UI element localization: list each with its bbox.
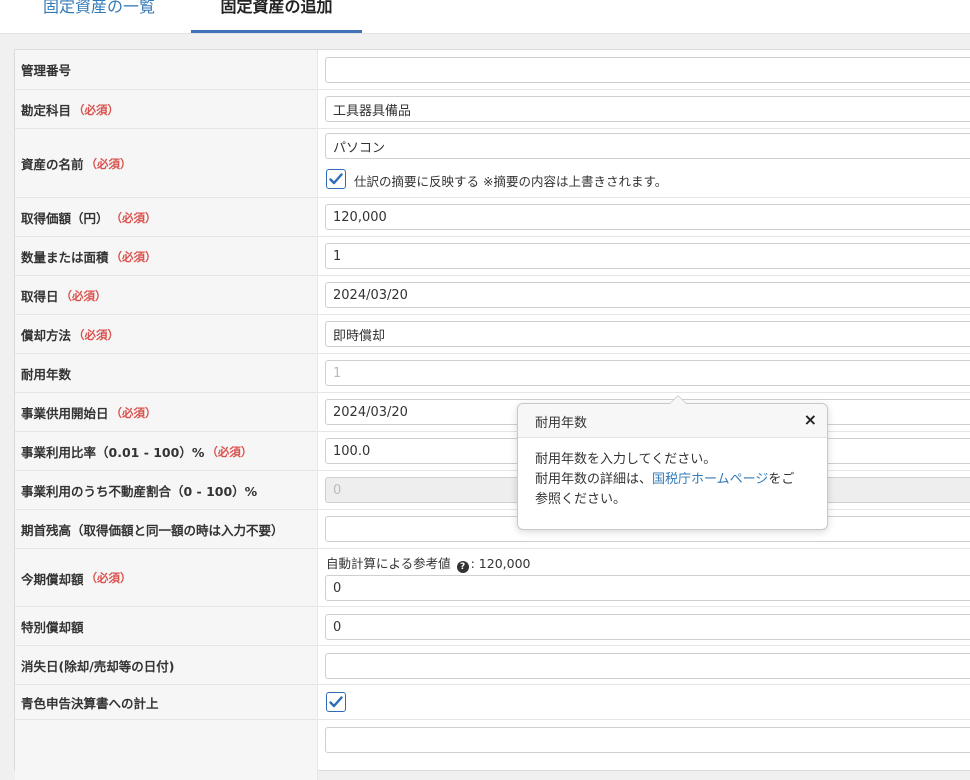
required-badge: （必須） xyxy=(60,288,107,303)
reference-value-hint: 自動計算による参考値 ?: 120,000 xyxy=(326,553,531,573)
label-current-depreciation: 今期償却額 xyxy=(21,571,84,587)
popover-line-3: 参照ください。 xyxy=(535,492,627,507)
acquisition-date-input[interactable] xyxy=(325,282,970,308)
required-badge: （必須） xyxy=(85,571,132,585)
required-badge: （必須） xyxy=(110,405,157,420)
label-business-ratio: 事業利用比率（0.01 - 100）% xyxy=(21,445,205,460)
label-depreciation-method: 償却方法 xyxy=(21,328,72,343)
reflect-summary-checkbox[interactable] xyxy=(326,169,346,189)
row-quantity: 数量または面積 （必須） xyxy=(15,236,970,276)
label-opening-balance: 期首残高（取得価額と同一額の時は入力不要） xyxy=(21,523,284,538)
label-service-start-date: 事業供用開始日 xyxy=(21,406,109,421)
popover-line-2-text: 耐用年数の詳細は、 xyxy=(535,472,653,487)
row-management-number: 管理番号 xyxy=(15,50,970,89)
row-depreciation-method: 償却方法 （必須） xyxy=(15,314,970,354)
row-current-depreciation: 今期償却額 （必須） 自動計算による参考値 ?: 120,000 xyxy=(15,548,970,607)
blue-return-checkbox[interactable] xyxy=(326,692,346,712)
label-acquisition-date: 取得日 xyxy=(21,289,59,304)
label-quantity: 数量または面積 xyxy=(21,250,109,265)
row-special-depreciation: 特別償却額 xyxy=(15,606,970,646)
account-select[interactable] xyxy=(325,96,970,122)
popover-title: 耐用年数 xyxy=(535,416,588,431)
label-real-estate-ratio: 事業利用のうち不動産割合（0 - 100）% xyxy=(21,484,258,499)
label-asset-name: 資産の名前 xyxy=(21,157,84,172)
required-badge: （必須） xyxy=(73,102,120,117)
useful-life-input[interactable] xyxy=(325,360,970,386)
depreciation-method-select[interactable] xyxy=(325,321,970,347)
tab-asset-add[interactable]: 固定資産の追加 xyxy=(191,0,362,33)
tab-bar: 固定資産の一覧 固定資産の追加 xyxy=(0,0,970,34)
label-special-depreciation: 特別償却額 xyxy=(21,620,84,635)
reference-value-label: 自動計算による参考値 xyxy=(326,556,451,571)
current-depreciation-input[interactable] xyxy=(325,575,970,601)
row-extra xyxy=(15,719,970,780)
checkmark-icon xyxy=(329,173,343,185)
popover-line-2: 耐用年数の詳細は、国税庁ホームページをご xyxy=(535,470,794,490)
row-acquisition-price: 取得価額（円） （必須） xyxy=(15,197,970,237)
reference-value: : 120,000 xyxy=(470,556,531,571)
row-account: 勘定科目 （必須） xyxy=(15,89,970,129)
label-disposal-date: 消失日(除却/売却等の日付) xyxy=(21,659,175,674)
popover-line-1: 耐用年数を入力してください。 xyxy=(535,452,717,467)
row-disposal-date: 消失日(除却/売却等の日付) xyxy=(15,645,970,685)
management-number-input[interactable] xyxy=(325,57,970,83)
row-useful-life: 耐用年数 xyxy=(15,353,970,393)
question-circle-icon[interactable]: ? xyxy=(456,561,469,573)
asset-name-input[interactable] xyxy=(325,133,970,159)
useful-life-popover: 耐用年数 × 耐用年数を入力してください。 耐用年数の詳細は、国税庁ホームページ… xyxy=(517,395,828,530)
label-management-number: 管理番号 xyxy=(21,63,72,78)
close-icon[interactable]: × xyxy=(804,410,817,429)
popover-body: 耐用年数を入力してください。 耐用年数の詳細は、国税庁ホームページをご 参照くだ… xyxy=(535,450,794,510)
checkmark-icon xyxy=(329,696,343,708)
disposal-date-input[interactable] xyxy=(325,653,970,679)
row-blue-return: 青色申告決算書への計上 xyxy=(15,684,970,720)
popover-line-2-tail: をご xyxy=(768,472,795,487)
row-acquisition-date: 取得日 （必須） xyxy=(15,275,970,315)
nta-homepage-link[interactable]: 国税庁ホームページ xyxy=(652,472,768,487)
tab-asset-list[interactable]: 固定資産の一覧 xyxy=(43,0,155,33)
acquisition-price-input[interactable] xyxy=(325,204,970,230)
label-acquisition-price: 取得価額（円） xyxy=(21,211,109,226)
required-badge: （必須） xyxy=(85,156,132,171)
special-depreciation-input[interactable] xyxy=(325,614,970,640)
label-useful-life: 耐用年数 xyxy=(21,367,72,382)
extra-input[interactable] xyxy=(325,727,970,753)
label-account: 勘定科目 xyxy=(21,103,72,118)
required-badge: （必須） xyxy=(110,210,157,225)
reflect-summary-label: 仕訳の摘要に反映する ※摘要の内容は上書きされます。 xyxy=(354,174,668,189)
required-badge: （必須） xyxy=(206,444,253,459)
popover-header: 耐用年数 × xyxy=(518,404,827,438)
required-badge: （必須） xyxy=(73,327,120,342)
label-blue-return: 青色申告決算書への計上 xyxy=(21,696,159,711)
row-asset-name: 資産の名前（必須） 仕訳の摘要に反映する ※摘要の内容は上書きされます。 xyxy=(15,128,970,198)
required-badge: （必須） xyxy=(110,249,157,264)
quantity-input[interactable] xyxy=(325,243,970,269)
